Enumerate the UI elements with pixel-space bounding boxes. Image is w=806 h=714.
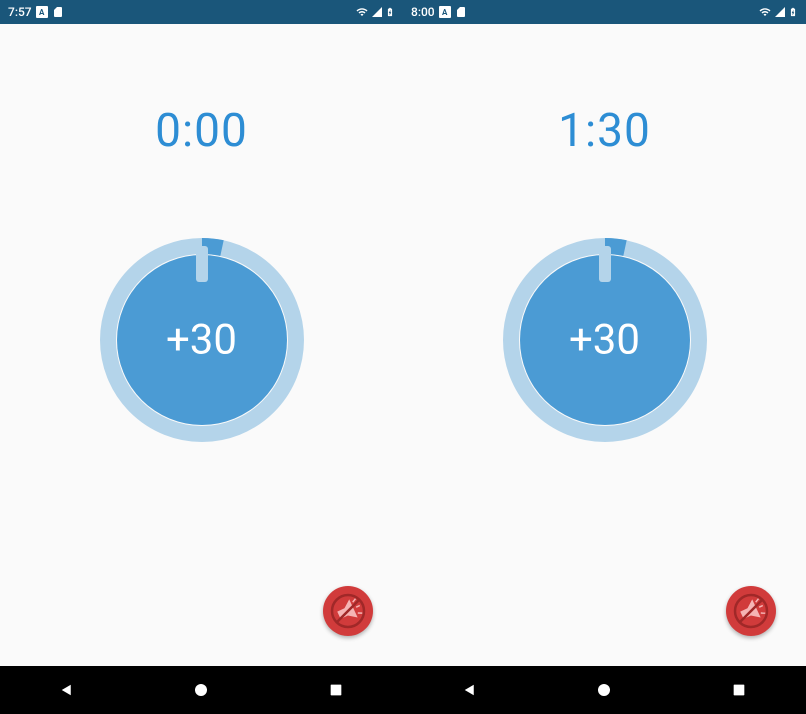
nav-back-icon (461, 681, 479, 699)
status-bar-right (355, 5, 395, 19)
wifi-icon (355, 6, 369, 18)
timer-content: 0:00 +30 (0, 24, 403, 666)
keyboard-indicator-icon: A (439, 6, 451, 18)
navigation-bar (403, 666, 806, 714)
navigation-bar (0, 666, 403, 714)
nav-recents-button[interactable] (296, 666, 376, 714)
mute-button[interactable] (323, 586, 373, 636)
status-bar-right (758, 5, 798, 19)
dial-icon (100, 238, 304, 442)
megaphone-off-icon (733, 593, 769, 629)
keyboard-indicator-icon: A (36, 6, 48, 18)
sd-card-icon (52, 6, 64, 18)
add-time-dial[interactable]: +30 (503, 238, 707, 442)
nav-home-icon (192, 681, 210, 699)
nav-home-button[interactable] (564, 666, 644, 714)
add-time-dial[interactable]: +30 (100, 238, 304, 442)
status-bar-left: 8:00 A (411, 5, 467, 19)
nav-home-button[interactable] (161, 666, 241, 714)
screen-left: 7:57 A 0:00 +30 (0, 0, 403, 714)
nav-recents-icon (731, 682, 747, 698)
nav-recents-button[interactable] (699, 666, 779, 714)
timer-display: 1:30 (558, 104, 651, 158)
megaphone-off-icon (330, 593, 366, 629)
status-time: 8:00 (411, 5, 435, 19)
signal-icon (371, 6, 383, 18)
signal-icon (774, 6, 786, 18)
status-bar: 7:57 A (0, 0, 403, 24)
screen-right: 8:00 A 1:30 +30 (403, 0, 806, 714)
battery-icon (385, 5, 395, 19)
dial-icon (503, 238, 707, 442)
timer-display: 0:00 (155, 104, 248, 158)
nav-home-icon (595, 681, 613, 699)
nav-recents-icon (328, 682, 344, 698)
battery-icon (788, 5, 798, 19)
nav-back-button[interactable] (27, 666, 107, 714)
sd-card-icon (455, 6, 467, 18)
mute-button[interactable] (726, 586, 776, 636)
status-bar: 8:00 A (403, 0, 806, 24)
status-time: 7:57 (8, 5, 32, 19)
nav-back-button[interactable] (430, 666, 510, 714)
wifi-icon (758, 6, 772, 18)
status-bar-left: 7:57 A (8, 5, 64, 19)
nav-back-icon (58, 681, 76, 699)
timer-content: 1:30 +30 (403, 24, 806, 666)
